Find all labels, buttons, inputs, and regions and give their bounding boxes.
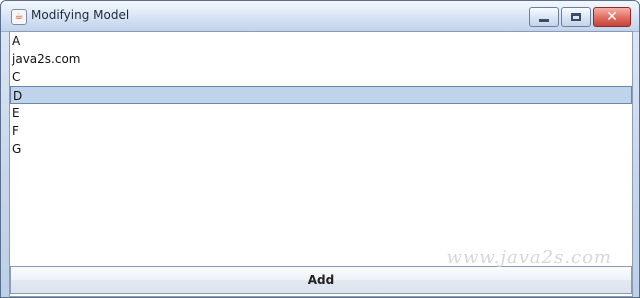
close-button[interactable]: ✕ — [593, 7, 631, 27]
minimize-button[interactable] — [529, 7, 559, 27]
list-box[interactable]: A java2s.com C D E F G — [10, 32, 632, 262]
java-icon: ☕ — [11, 9, 27, 25]
maximize-icon — [562, 8, 590, 26]
list-item[interactable]: E — [10, 104, 632, 122]
close-icon: ✕ — [606, 9, 618, 25]
title-bar[interactable]: ☕ Modifying Model ✕ — [1, 1, 639, 32]
list-item-selected[interactable]: D — [10, 86, 632, 104]
window-title: Modifying Model — [31, 8, 130, 22]
content-pane: A java2s.com C D E F G Add www.java2s.co… — [9, 31, 633, 297]
maximize-button[interactable] — [561, 7, 591, 27]
list-item[interactable]: G — [10, 140, 632, 158]
list-item[interactable]: F — [10, 122, 632, 140]
list-item[interactable]: C — [10, 68, 632, 86]
application-window: ☕ Modifying Model ✕ A java2s.com C D E F… — [0, 0, 640, 298]
list-item[interactable]: java2s.com — [10, 50, 632, 68]
minimize-icon — [530, 8, 558, 26]
window-controls: ✕ — [529, 7, 631, 27]
add-button[interactable]: Add — [10, 266, 632, 294]
list-item[interactable]: A — [10, 32, 632, 50]
